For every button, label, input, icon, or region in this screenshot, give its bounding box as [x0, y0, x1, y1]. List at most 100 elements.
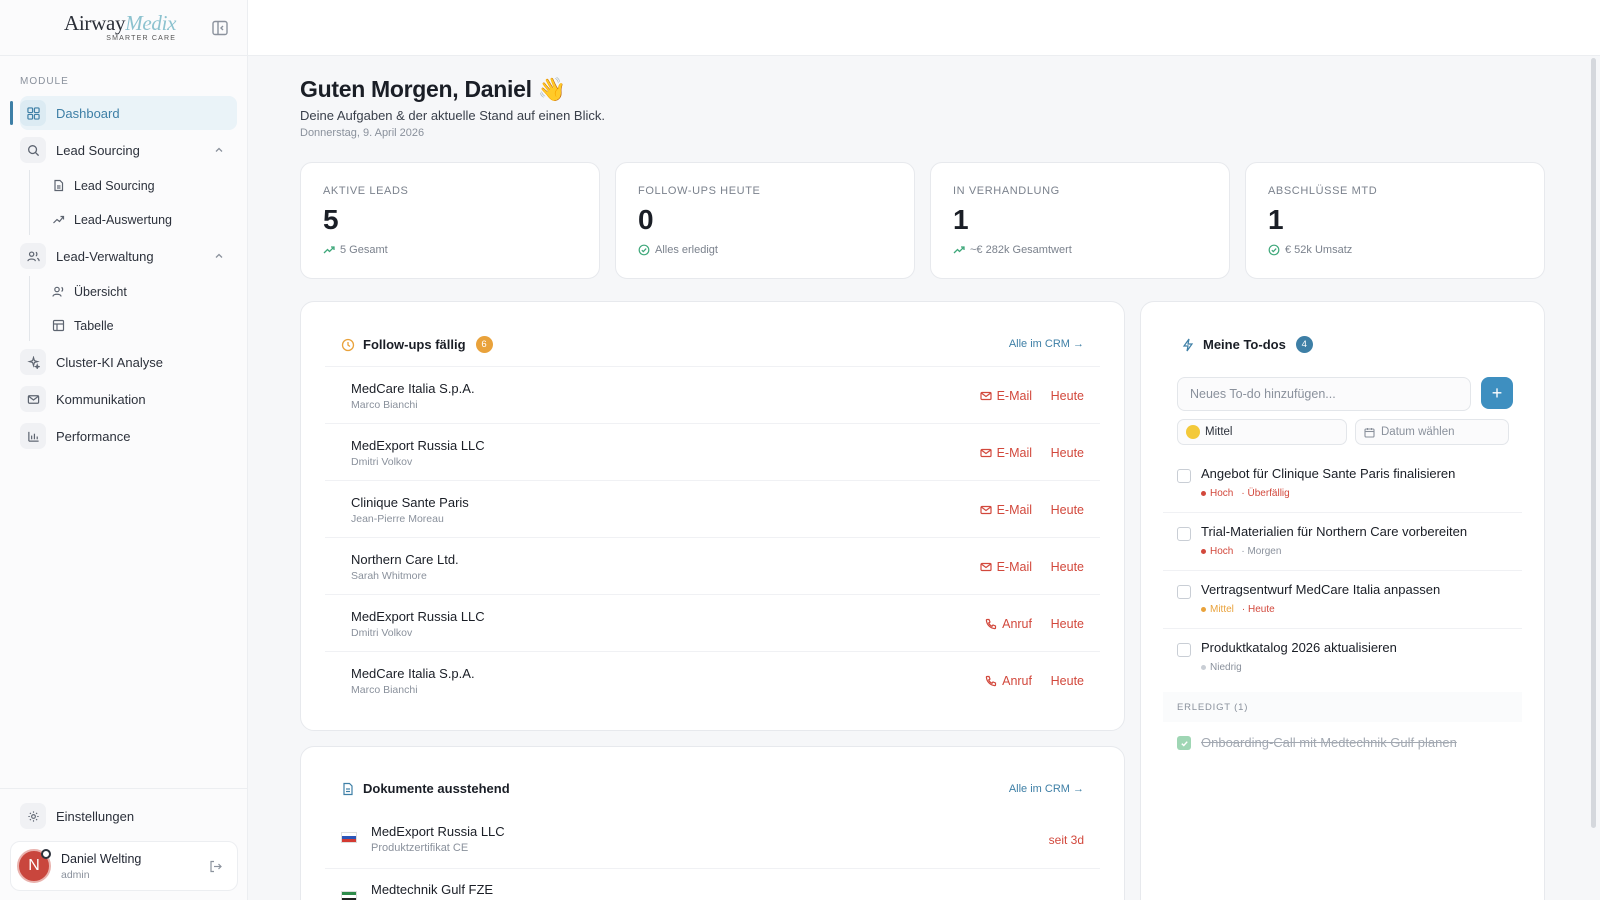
date-picker[interactable]: Datum wählen	[1355, 419, 1509, 445]
checked-checkbox[interactable]	[1177, 736, 1191, 750]
todo-title[interactable]: Trial-Materialien für Northern Care vorb…	[1201, 524, 1467, 539]
list-item[interactable]: MedExport Russia LLC Produktzertifikat C…	[325, 811, 1100, 869]
sidebar-subitem-label: Tabelle	[74, 318, 114, 333]
user-card[interactable]: N Daniel Welting admin	[10, 841, 238, 891]
chevron-up-icon[interactable]	[213, 250, 225, 262]
sidebar-item-cluster-ki[interactable]: Cluster-KI Analyse	[20, 345, 237, 379]
phone-icon	[985, 618, 997, 630]
stat-label: AKTIVE LEADS	[323, 185, 409, 197]
todo-list: Angebot für Clinique Sante Paris finalis…	[1163, 455, 1522, 687]
stat-card-abschluesse[interactable]: ABSCHLÜSSE MTD 1 € 52k Umsatz	[1245, 162, 1545, 279]
sidebar-subitem-lead-sourcing[interactable]: Lead Sourcing	[30, 170, 248, 201]
followup-type[interactable]: E-Mail	[979, 389, 1032, 403]
followup-type[interactable]: Anruf	[985, 674, 1032, 688]
sidebar-item-lead-verwaltung[interactable]: Lead-Verwaltung	[20, 239, 237, 273]
followup-contact: Jean-Pierre Moreau	[351, 513, 444, 525]
sidebar-collapse-icon[interactable]	[211, 19, 229, 37]
users-icon	[20, 243, 46, 269]
followup-company: MedCare Italia S.p.A.	[351, 666, 475, 681]
add-todo-label: +	[1491, 382, 1503, 403]
todo-title[interactable]: Vertragsentwurf MedCare Italia anpassen	[1201, 582, 1440, 597]
priority-value: Mittel	[1205, 426, 1233, 438]
top-bar	[248, 0, 1600, 56]
mail-icon	[979, 391, 992, 401]
list-item[interactable]: Clinique Sante Paris Jean-Pierre Moreau …	[325, 480, 1100, 537]
sidebar-item-einstellungen[interactable]: Einstellungen	[20, 798, 237, 834]
stat-label: FOLLOW-UPS HEUTE	[638, 185, 761, 197]
stat-label: ABSCHLÜSSE MTD	[1268, 185, 1378, 197]
followup-company: Northern Care Ltd.	[351, 552, 459, 567]
stat-card-follow-ups[interactable]: FOLLOW-UPS HEUTE 0 Alles erledigt	[615, 162, 915, 279]
todo-meta: Niedrig	[1201, 662, 1242, 673]
todo-checkbox[interactable]	[1177, 469, 1191, 483]
followup-type[interactable]: Anruf	[985, 617, 1032, 631]
stat-foot-text: Alles erledigt	[655, 244, 718, 256]
chevron-up-icon[interactable]	[213, 144, 225, 156]
todo-title[interactable]: Angebot für Clinique Sante Paris finalis…	[1201, 466, 1455, 481]
followup-type[interactable]: E-Mail	[979, 560, 1032, 574]
logo-bar: AirwayMedix SMARTER CARE	[0, 0, 247, 56]
sidebar-item-label: Performance	[56, 428, 131, 444]
followup-type-label: Anruf	[1002, 617, 1032, 631]
page-scrollbar[interactable]	[1591, 58, 1596, 828]
lightning-icon	[1182, 338, 1194, 351]
stat-card-in-verhandlung[interactable]: IN VERHANDLUNG 1 ~€ 282k Gesamtwert	[930, 162, 1230, 279]
priority-select[interactable]: Mittel	[1177, 419, 1347, 445]
followups-count-badge: 6	[475, 336, 493, 353]
followup-type[interactable]: E-Mail	[979, 446, 1032, 460]
brand-logo[interactable]: AirwayMedix SMARTER CARE	[64, 11, 177, 43]
todo-item: Vertragsentwurf MedCare Italia anpassen …	[1163, 571, 1522, 629]
stat-foot: € 52k Umsatz	[1268, 244, 1522, 256]
list-item[interactable]: Medtechnik Gulf FZE	[325, 869, 1100, 900]
document-company: Medtechnik Gulf FZE	[371, 882, 494, 897]
new-todo-input[interactable]: Neues To-do hinzufügen...	[1177, 377, 1471, 411]
todo-checkbox[interactable]	[1177, 585, 1191, 599]
todo-title[interactable]: Produktkatalog 2026 aktualisieren	[1201, 640, 1397, 655]
add-todo-button[interactable]: +	[1481, 377, 1513, 409]
trend-up-icon	[323, 246, 335, 254]
user-role: admin	[61, 868, 90, 881]
document-age: seit 3d	[1048, 833, 1084, 847]
status-dot	[41, 849, 51, 859]
date-placeholder: Datum wählen	[1381, 426, 1455, 438]
sidebar-subitem-lead-auswertung[interactable]: Lead-Auswertung	[30, 204, 248, 235]
todo-checkbox[interactable]	[1177, 527, 1191, 541]
brand-name-b: Medix	[125, 11, 177, 35]
sidebar-section-title: MODULE	[20, 76, 69, 87]
documents-crm-link[interactable]: Alle im CRM →	[1009, 783, 1084, 795]
sidebar-item-kommunikation[interactable]: Kommunikation	[20, 382, 237, 416]
phone-icon	[985, 675, 997, 687]
followup-type[interactable]: E-Mail	[979, 503, 1032, 517]
logout-icon[interactable]	[208, 859, 223, 874]
sidebar-item-performance[interactable]: Performance	[20, 419, 237, 453]
sidebar-item-dashboard[interactable]: Dashboard	[10, 96, 237, 130]
sidebar-nav: Dashboard Lead Sourcing Lead Sourcing Le…	[0, 96, 248, 456]
list-item[interactable]: MedCare Italia S.p.A. Marco Bianchi E-Ma…	[325, 366, 1100, 423]
list-item[interactable]: MedCare Italia S.p.A. Marco Bianchi Anru…	[325, 651, 1100, 708]
document-type: Produktzertifikat CE	[371, 842, 469, 854]
list-item[interactable]: Northern Care Ltd. Sarah Whitmore E-Mail…	[325, 537, 1100, 594]
todos-count-badge: 4	[1295, 336, 1313, 353]
done-section-header[interactable]: ERLEDIGT (1)	[1163, 692, 1522, 722]
followup-due: Heute	[1050, 560, 1084, 574]
followups-title: Follow-ups fällig	[363, 337, 466, 352]
mail-icon	[979, 505, 992, 515]
stat-card-aktive-leads[interactable]: AKTIVE LEADS 5 5 Gesamt	[300, 162, 600, 279]
priority-dot-icon	[1201, 665, 1206, 670]
todo-priority: Mittel	[1210, 604, 1234, 615]
brand-tagline: SMARTER CARE	[106, 35, 177, 42]
sidebar-subitem-uebersicht[interactable]: Übersicht	[30, 276, 248, 307]
avatar[interactable]: N	[17, 849, 51, 883]
followup-company: Clinique Sante Paris	[351, 495, 469, 510]
sidebar-item-label: Cluster-KI Analyse	[56, 354, 163, 370]
todo-due: · Heute	[1241, 604, 1275, 615]
followups-crm-link[interactable]: Alle im CRM →	[1009, 338, 1084, 350]
stat-value: 1	[1268, 204, 1284, 235]
todo-checkbox[interactable]	[1177, 643, 1191, 657]
list-item[interactable]: MedExport Russia LLC Dmitri Volkov E-Mai…	[325, 423, 1100, 480]
sidebar-subitem-tabelle[interactable]: Tabelle	[30, 310, 248, 341]
list-item[interactable]: MedExport Russia LLC Dmitri Volkov Anruf…	[325, 594, 1100, 651]
sidebar-item-lead-sourcing[interactable]: Lead Sourcing	[20, 133, 237, 167]
stat-value: 5	[323, 204, 339, 235]
stat-value: 1	[953, 204, 969, 235]
